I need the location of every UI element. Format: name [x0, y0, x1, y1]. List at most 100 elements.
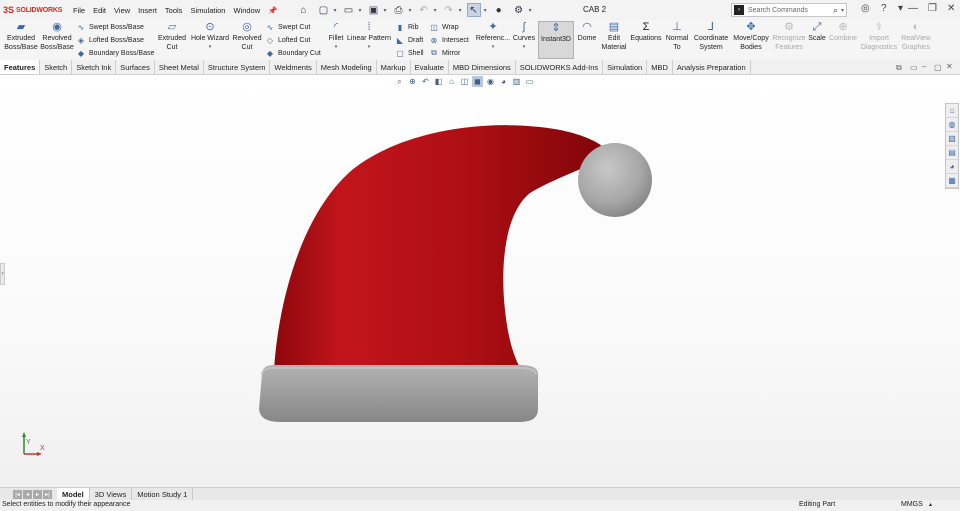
lofted-boss-button[interactable]: ◈ Lofted Boss/Base: [76, 35, 144, 45]
new-document-icon[interactable]: ▢: [317, 3, 331, 17]
menu-window[interactable]: Window: [233, 6, 260, 15]
scale-button[interactable]: ⤢ Scale: [808, 21, 826, 43]
tab-mbd[interactable]: MBD: [647, 60, 673, 74]
search-dropdown-icon[interactable]: ▾: [841, 7, 844, 14]
prev-tab-icon[interactable]: ◂: [23, 489, 32, 499]
tab-model[interactable]: Model: [57, 488, 90, 500]
app-logo[interactable]: 3S SOLIDWORKS: [3, 5, 69, 15]
unit-system-dropdown-icon[interactable]: ▴: [929, 501, 932, 508]
equations-button[interactable]: Σ Equations: [630, 21, 662, 43]
minimize-icon[interactable]: —: [908, 3, 918, 14]
custom-properties-icon[interactable]: ▦: [946, 174, 958, 188]
tab-sketch-ink[interactable]: Sketch Ink: [72, 60, 117, 74]
linear-pattern-dropdown-icon[interactable]: ▾: [368, 43, 371, 52]
import-diagnostics-button[interactable]: ⚕ Import Diagnostics: [860, 21, 898, 52]
options-gear-icon[interactable]: ⚙: [512, 3, 526, 17]
reference-geometry-button[interactable]: ✦ Referenc... ▾: [475, 21, 511, 52]
boundary-boss-button[interactable]: ◆ Boundary Boss/Base: [76, 48, 154, 58]
tab-structure-system[interactable]: Structure System: [204, 60, 271, 74]
curves-button[interactable]: ∫ Curves ▾: [512, 21, 536, 52]
appearances-icon[interactable]: ◕: [946, 160, 958, 174]
open-folder-icon[interactable]: ▭: [342, 3, 356, 17]
tab-motion-study-1[interactable]: Motion Study 1: [132, 488, 194, 500]
print-dropdown-icon[interactable]: ▾: [409, 7, 412, 14]
file-explorer-icon[interactable]: ▤: [946, 146, 958, 160]
redo-icon[interactable]: ↷: [442, 3, 456, 17]
tab-solidworks-add-ins[interactable]: SOLIDWORKS Add-Ins: [516, 60, 604, 74]
tab-markup[interactable]: Markup: [377, 60, 411, 74]
instant3d-button[interactable]: ⇕ Instant3D: [538, 21, 574, 59]
undo-dropdown-icon[interactable]: ▾: [434, 7, 437, 14]
mirror-button[interactable]: ⧉ Mirror: [429, 48, 460, 58]
expand-dropdown-icon[interactable]: ▾: [898, 3, 903, 14]
combine-button[interactable]: ⊕ Combine: [828, 21, 858, 43]
tab-mesh-modeling[interactable]: Mesh Modeling: [317, 60, 377, 74]
curves-dropdown-icon[interactable]: ▾: [523, 43, 526, 52]
extruded-cut-button[interactable]: ▱ Extruded Cut: [156, 21, 188, 52]
tab-3d-views[interactable]: 3D Views: [90, 488, 133, 500]
search-commands-field[interactable]: › Search Commands ⌕ ▾: [731, 3, 847, 17]
linear-pattern-button[interactable]: ⁞ Linear Pattern ▾: [346, 21, 392, 52]
select-dropdown-icon[interactable]: ▾: [484, 7, 487, 14]
dome-button[interactable]: ◠ Dome: [576, 21, 598, 43]
close-icon[interactable]: ✕: [947, 3, 955, 14]
save-dropdown-icon[interactable]: ▾: [384, 7, 387, 14]
redo-dropdown-icon[interactable]: ▾: [459, 7, 462, 14]
restore-icon[interactable]: ❐: [928, 3, 937, 14]
tab-sketch[interactable]: Sketch: [40, 60, 73, 74]
rib-button[interactable]: ▮ Rib: [395, 22, 419, 32]
next-tab-icon[interactable]: ▸: [33, 489, 42, 499]
tab-analysis-preparation[interactable]: Analysis Preparation: [673, 60, 751, 74]
tab-surfaces[interactable]: Surfaces: [116, 60, 155, 74]
feature-manager-expand-handle[interactable]: ›: [0, 263, 5, 285]
save-icon[interactable]: ▣: [367, 3, 381, 17]
draft-button[interactable]: ◣ Draft: [395, 35, 423, 45]
open-dropdown-icon[interactable]: ▾: [359, 7, 362, 14]
print-icon[interactable]: ⎙: [392, 3, 406, 17]
first-tab-icon[interactable]: |◂: [13, 489, 22, 499]
move-copy-bodies-button[interactable]: ✥ Move/Copy Bodies: [732, 21, 770, 52]
menu-edit[interactable]: Edit: [93, 6, 106, 15]
revolved-boss-button[interactable]: ◉ Revolved Boss/Base: [40, 21, 74, 52]
fillet-button[interactable]: ◜ Fillet ▾: [327, 21, 345, 52]
menu-insert[interactable]: Insert: [138, 6, 157, 15]
tab-features[interactable]: Features: [0, 60, 41, 74]
doc-maximize-icon[interactable]: ▢: [934, 63, 942, 72]
wrap-button[interactable]: ◫ Wrap: [429, 22, 458, 32]
last-tab-icon[interactable]: ▸|: [43, 489, 52, 499]
shell-button[interactable]: ▢ Shell: [395, 48, 423, 58]
edit-material-button[interactable]: ▤ Edit Material: [600, 21, 628, 52]
tile-window-icon[interactable]: ⧉: [896, 63, 902, 73]
menu-file[interactable]: File: [73, 6, 85, 15]
question-icon[interactable]: ?: [881, 3, 887, 14]
graphics-area[interactable]: ⌕ ⊕ ↶ ◧ ⌂ ◫ ◼ ◉ ◕ ▥ ▭ ⌂ ◍ ▧ ▤ ◕ ▦ › Y X: [0, 75, 960, 487]
new-dropdown-icon[interactable]: ▾: [334, 7, 337, 14]
home-icon[interactable]: ⌂: [297, 3, 311, 17]
search-input[interactable]: Search Commands: [748, 7, 833, 14]
extruded-boss-button[interactable]: ▰ Extruded Boss/Base: [2, 21, 40, 52]
lofted-cut-button[interactable]: ◇ Lofted Cut: [265, 35, 310, 45]
fillet-dropdown-icon[interactable]: ▾: [335, 43, 338, 52]
model-view[interactable]: [0, 75, 960, 487]
options-dropdown-icon[interactable]: ▾: [529, 7, 532, 14]
realview-graphics-button[interactable]: ◐ RealView Graphics: [900, 21, 932, 52]
menu-simulation[interactable]: Simulation: [190, 6, 225, 15]
search-icon[interactable]: ⌕: [833, 5, 838, 16]
menu-tools[interactable]: Tools: [165, 6, 183, 15]
doc-minimize-icon[interactable]: –: [922, 62, 926, 71]
swept-boss-button[interactable]: ∿ Swept Boss/Base: [76, 22, 144, 32]
doc-close-icon[interactable]: ✕: [946, 62, 953, 71]
recognize-features-button[interactable]: ⚙ Recognize Features: [772, 21, 806, 52]
select-arrow-icon[interactable]: ↖: [466, 3, 481, 17]
help-circle-icon[interactable]: ◎: [861, 3, 870, 14]
normal-to-button[interactable]: ⊥ Normal To: [664, 21, 690, 52]
hole-wizard-dropdown-icon[interactable]: ▾: [209, 43, 212, 52]
menu-view[interactable]: View: [114, 6, 130, 15]
hole-wizard-button[interactable]: ⊙ Hole Wizard ▾: [190, 21, 230, 52]
home-task-icon[interactable]: ⌂: [946, 104, 958, 118]
design-library-icon[interactable]: ▧: [946, 132, 958, 146]
coordinate-system-button[interactable]: ⅃ Coordinate System: [692, 21, 730, 52]
intersect-button[interactable]: ⊗ Intersect: [429, 35, 469, 45]
pin-menu-icon[interactable]: 📌: [268, 6, 277, 15]
tab-sheet-metal[interactable]: Sheet Metal: [155, 60, 204, 74]
